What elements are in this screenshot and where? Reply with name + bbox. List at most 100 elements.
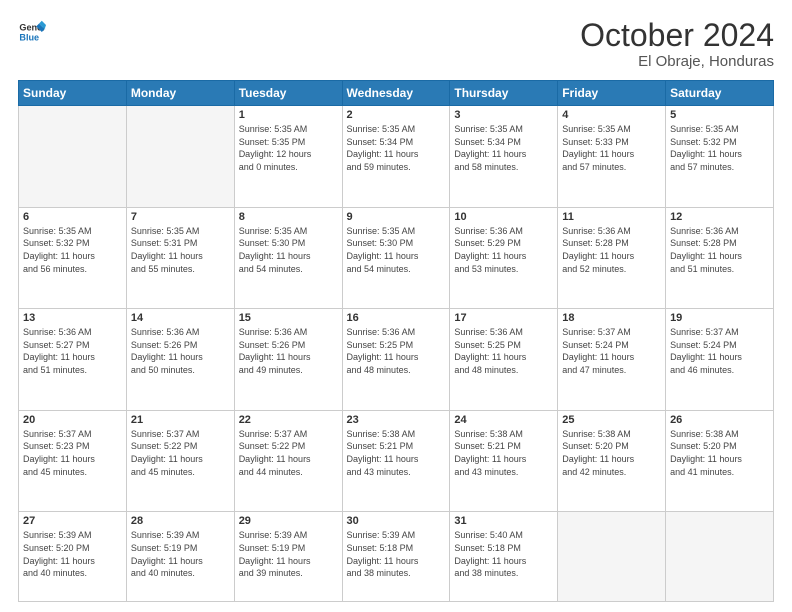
week-row-5: 27 Sunrise: 5:39 AM Sunset: 5:20 PM Dayli… xyxy=(19,512,774,602)
day-cell: 26 Sunrise: 5:38 AM Sunset: 5:20 PM Dayli… xyxy=(666,410,774,512)
col-header-friday: Friday xyxy=(558,81,666,106)
day-number: 8 xyxy=(239,211,338,223)
day-detail: Sunrise: 5:38 AM Sunset: 5:20 PM Dayligh… xyxy=(670,428,769,478)
day-detail: Sunrise: 5:35 AM Sunset: 5:32 PM Dayligh… xyxy=(23,225,122,275)
day-number: 20 xyxy=(23,414,122,426)
day-cell: 21 Sunrise: 5:37 AM Sunset: 5:22 PM Dayli… xyxy=(126,410,234,512)
day-cell: 25Sunrise: 5:38 AM Sunset: 5:20 PM Dayli… xyxy=(558,410,666,512)
week-row-4: 20Sunrise: 5:37 AM Sunset: 5:23 PM Dayli… xyxy=(19,410,774,512)
day-detail: Sunrise: 5:35 AM Sunset: 5:33 PM Dayligh… xyxy=(562,123,661,173)
day-cell: 2Sunrise: 5:35 AM Sunset: 5:34 PM Daylig… xyxy=(342,106,450,208)
day-number: 22 xyxy=(239,414,338,426)
day-detail: Sunrise: 5:37 AM Sunset: 5:22 PM Dayligh… xyxy=(131,428,230,478)
day-number: 9 xyxy=(347,211,446,223)
logo: General Blue xyxy=(18,18,46,46)
location-title: El Obraje, Honduras xyxy=(580,53,774,70)
day-detail: Sunrise: 5:36 AM Sunset: 5:25 PM Dayligh… xyxy=(454,326,553,376)
day-cell: 27 Sunrise: 5:39 AM Sunset: 5:20 PM Dayli… xyxy=(19,512,127,602)
day-cell: 28 Sunrise: 5:39 AM Sunset: 5:19 PM Dayli… xyxy=(126,512,234,602)
day-cell: 15 Sunrise: 5:36 AM Sunset: 5:26 PM Dayli… xyxy=(234,309,342,411)
day-detail: Sunrise: 5:39 AM Sunset: 5:19 PM Dayligh… xyxy=(239,529,338,579)
day-detail: Sunrise: 5:35 AM Sunset: 5:34 PM Dayligh… xyxy=(347,123,446,173)
day-detail: Sunrise: 5:36 AM Sunset: 5:26 PM Dayligh… xyxy=(239,326,338,376)
day-detail: Sunrise: 5:38 AM Sunset: 5:21 PM Dayligh… xyxy=(454,428,553,478)
day-detail: Sunrise: 5:35 AM Sunset: 5:30 PM Dayligh… xyxy=(347,225,446,275)
day-cell: 6 Sunrise: 5:35 AM Sunset: 5:32 PM Daylig… xyxy=(19,207,127,309)
day-cell: 22 Sunrise: 5:37 AM Sunset: 5:22 PM Dayli… xyxy=(234,410,342,512)
day-detail: Sunrise: 5:35 AM Sunset: 5:35 PM Dayligh… xyxy=(239,123,338,173)
day-number: 7 xyxy=(131,211,230,223)
day-detail: Sunrise: 5:37 AM Sunset: 5:24 PM Dayligh… xyxy=(562,326,661,376)
day-cell: 12 Sunrise: 5:36 AM Sunset: 5:28 PM Dayli… xyxy=(666,207,774,309)
day-number: 23 xyxy=(347,414,446,426)
day-number: 27 xyxy=(23,515,122,527)
day-number: 18 xyxy=(562,312,661,324)
col-header-saturday: Saturday xyxy=(666,81,774,106)
day-detail: Sunrise: 5:35 AM Sunset: 5:30 PM Dayligh… xyxy=(239,225,338,275)
day-number: 26 xyxy=(670,414,769,426)
day-cell: 18 Sunrise: 5:37 AM Sunset: 5:24 PM Dayli… xyxy=(558,309,666,411)
day-number: 30 xyxy=(347,515,446,527)
col-header-wednesday: Wednesday xyxy=(342,81,450,106)
day-cell: 4 Sunrise: 5:35 AM Sunset: 5:33 PM Daylig… xyxy=(558,106,666,208)
page: General Blue October 2024 El Obraje, Hon… xyxy=(0,0,792,612)
month-title: October 2024 xyxy=(580,18,774,53)
day-cell: 8 Sunrise: 5:35 AM Sunset: 5:30 PM Daylig… xyxy=(234,207,342,309)
day-detail: Sunrise: 5:39 AM Sunset: 5:19 PM Dayligh… xyxy=(131,529,230,579)
day-number: 28 xyxy=(131,515,230,527)
day-number: 17 xyxy=(454,312,553,324)
day-cell xyxy=(19,106,127,208)
day-number: 13 xyxy=(23,312,122,324)
day-number: 12 xyxy=(670,211,769,223)
day-cell: 14Sunrise: 5:36 AM Sunset: 5:26 PM Dayli… xyxy=(126,309,234,411)
day-cell xyxy=(558,512,666,602)
day-detail: Sunrise: 5:36 AM Sunset: 5:28 PM Dayligh… xyxy=(562,225,661,275)
day-cell: 3 Sunrise: 5:35 AM Sunset: 5:34 PM Daylig… xyxy=(450,106,558,208)
day-cell: 11 Sunrise: 5:36 AM Sunset: 5:28 PM Dayli… xyxy=(558,207,666,309)
day-cell: 1 Sunrise: 5:35 AM Sunset: 5:35 PM Daylig… xyxy=(234,106,342,208)
day-detail: Sunrise: 5:38 AM Sunset: 5:21 PM Dayligh… xyxy=(347,428,446,478)
day-number: 1 xyxy=(239,109,338,121)
week-row-2: 6 Sunrise: 5:35 AM Sunset: 5:32 PM Daylig… xyxy=(19,207,774,309)
day-detail: Sunrise: 5:37 AM Sunset: 5:24 PM Dayligh… xyxy=(670,326,769,376)
title-block: October 2024 El Obraje, Honduras xyxy=(580,18,774,70)
day-cell: 23 Sunrise: 5:38 AM Sunset: 5:21 PM Dayli… xyxy=(342,410,450,512)
day-cell: 29 Sunrise: 5:39 AM Sunset: 5:19 PM Dayli… xyxy=(234,512,342,602)
svg-text:Blue: Blue xyxy=(19,32,39,42)
day-detail: Sunrise: 5:37 AM Sunset: 5:22 PM Dayligh… xyxy=(239,428,338,478)
day-detail: Sunrise: 5:36 AM Sunset: 5:28 PM Dayligh… xyxy=(670,225,769,275)
day-cell xyxy=(126,106,234,208)
day-number: 21 xyxy=(131,414,230,426)
day-number: 19 xyxy=(670,312,769,324)
day-number: 16 xyxy=(347,312,446,324)
day-number: 11 xyxy=(562,211,661,223)
day-number: 4 xyxy=(562,109,661,121)
col-header-thursday: Thursday xyxy=(450,81,558,106)
day-cell: 7Sunrise: 5:35 AM Sunset: 5:31 PM Daylig… xyxy=(126,207,234,309)
day-number: 6 xyxy=(23,211,122,223)
day-detail: Sunrise: 5:36 AM Sunset: 5:29 PM Dayligh… xyxy=(454,225,553,275)
col-header-sunday: Sunday xyxy=(19,81,127,106)
header: General Blue October 2024 El Obraje, Hon… xyxy=(18,18,774,70)
day-detail: Sunrise: 5:36 AM Sunset: 5:25 PM Dayligh… xyxy=(347,326,446,376)
day-cell: 31Sunrise: 5:40 AM Sunset: 5:18 PM Dayli… xyxy=(450,512,558,602)
logo-icon: General Blue xyxy=(18,18,46,46)
day-detail: Sunrise: 5:38 AM Sunset: 5:20 PM Dayligh… xyxy=(562,428,661,478)
week-row-3: 13 Sunrise: 5:36 AM Sunset: 5:27 PM Dayli… xyxy=(19,309,774,411)
day-number: 15 xyxy=(239,312,338,324)
day-detail: Sunrise: 5:36 AM Sunset: 5:27 PM Dayligh… xyxy=(23,326,122,376)
day-cell: 30Sunrise: 5:39 AM Sunset: 5:18 PM Dayli… xyxy=(342,512,450,602)
day-detail: Sunrise: 5:35 AM Sunset: 5:34 PM Dayligh… xyxy=(454,123,553,173)
day-cell: 9 Sunrise: 5:35 AM Sunset: 5:30 PM Daylig… xyxy=(342,207,450,309)
day-cell: 20Sunrise: 5:37 AM Sunset: 5:23 PM Dayli… xyxy=(19,410,127,512)
day-number: 3 xyxy=(454,109,553,121)
day-number: 29 xyxy=(239,515,338,527)
calendar-table: SundayMondayTuesdayWednesdayThursdayFrid… xyxy=(18,80,774,602)
day-detail: Sunrise: 5:35 AM Sunset: 5:32 PM Dayligh… xyxy=(670,123,769,173)
day-cell: 19 Sunrise: 5:37 AM Sunset: 5:24 PM Dayli… xyxy=(666,309,774,411)
day-cell: 13 Sunrise: 5:36 AM Sunset: 5:27 PM Dayli… xyxy=(19,309,127,411)
header-row: SundayMondayTuesdayWednesdayThursdayFrid… xyxy=(19,81,774,106)
day-detail: Sunrise: 5:39 AM Sunset: 5:20 PM Dayligh… xyxy=(23,529,122,579)
day-cell: 10Sunrise: 5:36 AM Sunset: 5:29 PM Dayli… xyxy=(450,207,558,309)
day-cell: 5Sunrise: 5:35 AM Sunset: 5:32 PM Daylig… xyxy=(666,106,774,208)
